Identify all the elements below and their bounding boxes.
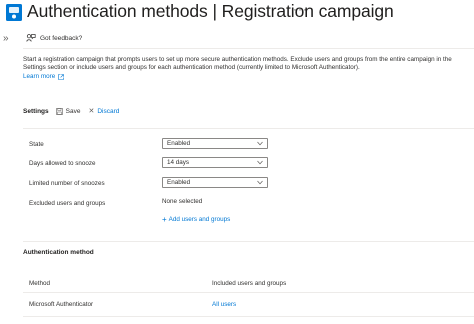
column-header-included: Included users and groups xyxy=(212,280,287,287)
excluded-users-label: Excluded users and groups xyxy=(29,200,106,207)
table-row-divider xyxy=(23,316,474,317)
snooze-days-dropdown[interactable]: 14 days xyxy=(162,157,268,168)
row-method-cell: Microsoft Authenticator xyxy=(29,301,94,308)
limited-snoozes-dropdown[interactable]: Enabled xyxy=(162,177,268,188)
limited-snoozes-label: Limited number of snoozes xyxy=(29,180,105,187)
page-title: Authentication methods | Registration ca… xyxy=(27,1,394,21)
limited-snoozes-value: Enabled xyxy=(167,179,191,186)
more-options-button[interactable]: ··· xyxy=(293,2,308,16)
snooze-days-value: 14 days xyxy=(167,159,190,166)
feedback-label: Got feedback? xyxy=(40,34,83,42)
chevron-down-icon xyxy=(257,160,263,165)
command-bar: Got feedback? xyxy=(23,32,474,49)
plus-icon: + xyxy=(162,214,167,224)
save-icon xyxy=(55,107,63,115)
discard-label: Discard xyxy=(97,107,120,115)
snooze-days-label: Days allowed to snooze xyxy=(29,160,96,167)
row-included-users-link[interactable]: All users xyxy=(212,301,236,308)
save-label: Save xyxy=(65,107,81,115)
chevron-down-icon xyxy=(257,180,263,185)
page-header: Authentication methods | Registration ca… xyxy=(0,0,474,27)
learn-more-label: Learn more xyxy=(23,72,56,80)
external-link-icon xyxy=(58,73,65,80)
save-button[interactable]: Save xyxy=(55,107,81,115)
add-users-label: Add users and groups xyxy=(168,216,231,223)
add-users-and-groups-link[interactable]: + Add users and groups xyxy=(162,214,231,224)
discard-button[interactable]: ✕ Discard xyxy=(88,107,120,116)
description-text: Start a registration campaign that promp… xyxy=(23,56,452,72)
settings-title: Settings xyxy=(23,107,49,115)
chevron-down-icon xyxy=(257,141,263,146)
got-feedback-button[interactable]: Got feedback? xyxy=(26,33,82,43)
authentication-methods-icon xyxy=(6,4,22,21)
column-header-method: Method xyxy=(29,280,51,287)
feedback-icon xyxy=(26,34,36,42)
state-dropdown[interactable]: Enabled xyxy=(162,138,268,149)
settings-divider xyxy=(23,128,474,129)
state-value: Enabled xyxy=(167,140,191,147)
state-label: State xyxy=(29,141,44,148)
description: Start a registration campaign that promp… xyxy=(23,56,473,81)
table-header-divider xyxy=(23,292,474,293)
excluded-users-value: None selected xyxy=(162,198,203,205)
settings-toolbar: Settings Save ✕ Discard xyxy=(23,107,127,116)
auth-method-divider xyxy=(23,241,474,242)
expand-menu-button[interactable]: » xyxy=(3,33,9,44)
close-icon: ✕ xyxy=(88,108,95,115)
learn-more-link[interactable]: Learn more xyxy=(23,72,65,81)
auth-method-title: Authentication method xyxy=(23,249,94,256)
